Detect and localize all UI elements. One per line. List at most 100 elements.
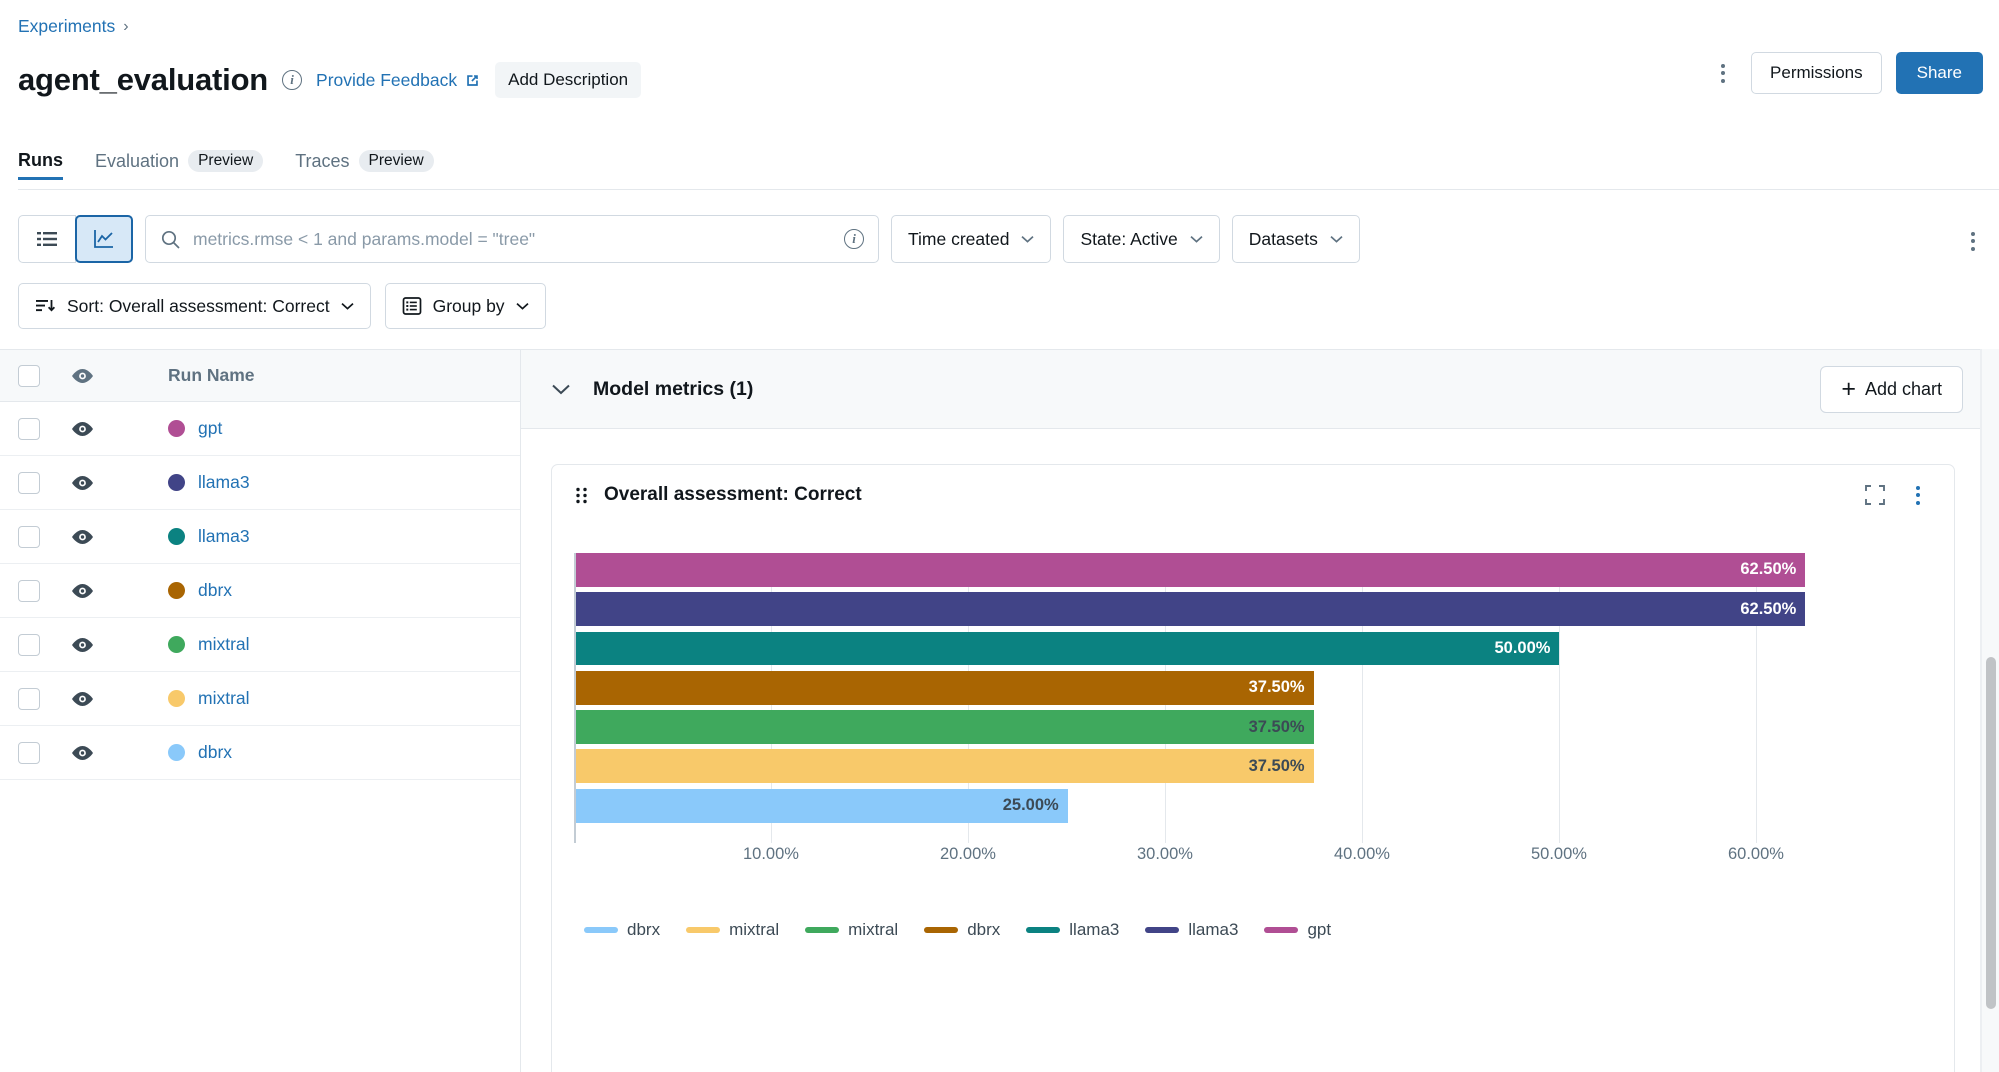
legend-item[interactable]: mixtral bbox=[686, 920, 779, 940]
search-info-icon[interactable]: i bbox=[844, 229, 864, 249]
eye-icon[interactable] bbox=[70, 528, 95, 546]
tab-runs[interactable]: Runs bbox=[18, 150, 63, 180]
search-icon bbox=[160, 229, 181, 250]
table-row[interactable]: mixtral bbox=[0, 618, 520, 672]
toolbar-secondary: Sort: Overall assessment: Correct Group … bbox=[18, 283, 546, 329]
permissions-button[interactable]: Permissions bbox=[1751, 52, 1882, 94]
table-row[interactable]: mixtral bbox=[0, 672, 520, 726]
legend-item[interactable]: llama3 bbox=[1145, 920, 1238, 940]
filter-state[interactable]: State: Active bbox=[1063, 215, 1219, 263]
eye-icon[interactable] bbox=[70, 367, 95, 385]
toolbar-overflow-menu-icon[interactable] bbox=[1959, 226, 1987, 256]
row-checkbox[interactable] bbox=[18, 472, 40, 494]
bar[interactable]: 62.50% bbox=[576, 553, 1805, 587]
model-metrics-section-header: Model metrics (1) + Add chart bbox=[521, 349, 1999, 429]
vertical-scrollbar[interactable] bbox=[1981, 349, 1999, 1072]
run-name-cell: mixtral bbox=[168, 688, 520, 709]
legend-item[interactable]: gpt bbox=[1264, 920, 1331, 940]
eye-icon[interactable] bbox=[70, 582, 95, 600]
bar[interactable]: 25.00% bbox=[576, 789, 1068, 823]
bar[interactable]: 62.50% bbox=[576, 592, 1805, 626]
header-overflow-menu-icon[interactable] bbox=[1709, 58, 1737, 88]
chart-view-button[interactable] bbox=[75, 215, 133, 263]
vertical-scrollbar-thumb[interactable] bbox=[1986, 657, 1996, 1009]
row-checkbox[interactable] bbox=[18, 580, 40, 602]
row-select-cell bbox=[18, 688, 70, 710]
bar-row: 37.50% bbox=[576, 749, 1884, 783]
bar-value-label: 50.00% bbox=[1494, 639, 1559, 658]
eye-icon[interactable] bbox=[70, 690, 95, 708]
legend-color-swatch bbox=[584, 927, 618, 933]
run-name-link[interactable]: llama3 bbox=[198, 526, 250, 547]
row-checkbox[interactable] bbox=[18, 418, 40, 440]
run-name-link[interactable]: mixtral bbox=[198, 688, 250, 709]
bar[interactable]: 37.50% bbox=[576, 749, 1314, 783]
bar[interactable]: 50.00% bbox=[576, 632, 1559, 666]
sort-button[interactable]: Sort: Overall assessment: Correct bbox=[18, 283, 371, 329]
table-row[interactable]: gpt bbox=[0, 402, 520, 456]
filter-time-created-label: Time created bbox=[908, 229, 1009, 250]
legend-label: llama3 bbox=[1069, 920, 1119, 940]
eye-icon[interactable] bbox=[70, 636, 95, 654]
tab-traces[interactable]: Traces Preview bbox=[295, 150, 433, 181]
row-checkbox[interactable] bbox=[18, 526, 40, 548]
sort-label: Sort: Overall assessment: Correct bbox=[67, 296, 330, 317]
filter-datasets[interactable]: Datasets bbox=[1232, 215, 1360, 263]
run-color-swatch bbox=[168, 474, 185, 491]
legend-item[interactable]: llama3 bbox=[1026, 920, 1119, 940]
tab-evaluation[interactable]: Evaluation Preview bbox=[95, 150, 263, 181]
row-visibility-cell bbox=[70, 690, 168, 708]
legend-item[interactable]: mixtral bbox=[805, 920, 898, 940]
fullscreen-glyph bbox=[1864, 484, 1886, 506]
tab-traces-label: Traces bbox=[295, 151, 349, 172]
tab-runs-label: Runs bbox=[18, 150, 63, 171]
row-checkbox[interactable] bbox=[18, 634, 40, 656]
select-all-checkbox[interactable] bbox=[18, 365, 40, 387]
row-select-cell bbox=[18, 580, 70, 602]
plot-area: 62.50% 62.50% 50.00% 37.50% 37.50% 37.50% 25.0… bbox=[574, 553, 1884, 843]
search-input[interactable] bbox=[193, 229, 832, 250]
chevron-down-icon bbox=[1190, 235, 1203, 243]
table-row[interactable]: llama3 bbox=[0, 510, 520, 564]
legend-label: dbrx bbox=[967, 920, 1000, 940]
drag-handle-icon[interactable] bbox=[574, 486, 590, 505]
bar[interactable]: 37.50% bbox=[576, 671, 1314, 705]
list-view-button[interactable] bbox=[18, 215, 76, 263]
breadcrumb-experiments-link[interactable]: Experiments bbox=[18, 16, 115, 37]
filter-time-created[interactable]: Time created bbox=[891, 215, 1051, 263]
fullscreen-icon[interactable] bbox=[1860, 480, 1890, 510]
add-description-button[interactable]: Add Description bbox=[495, 62, 641, 98]
run-name-link[interactable]: llama3 bbox=[198, 472, 250, 493]
add-chart-button[interactable]: + Add chart bbox=[1820, 366, 1963, 413]
bar[interactable]: 37.50% bbox=[576, 710, 1314, 744]
share-button[interactable]: Share bbox=[1896, 52, 1983, 94]
run-name-link[interactable]: gpt bbox=[198, 418, 222, 439]
row-checkbox[interactable] bbox=[18, 688, 40, 710]
bar-row: 37.50% bbox=[576, 710, 1884, 744]
section-title: Model metrics (1) bbox=[593, 378, 1798, 401]
chart-overflow-menu-icon[interactable] bbox=[1904, 480, 1932, 510]
row-select-cell bbox=[18, 418, 70, 440]
bar-value-label: 62.50% bbox=[1740, 560, 1805, 579]
eye-icon[interactable] bbox=[70, 744, 95, 762]
eye-icon[interactable] bbox=[70, 474, 95, 492]
run-name-link[interactable]: mixtral bbox=[198, 634, 250, 655]
table-row[interactable]: dbrx bbox=[0, 564, 520, 618]
legend-item[interactable]: dbrx bbox=[584, 920, 660, 940]
group-by-button[interactable]: Group by bbox=[385, 283, 546, 329]
eye-icon[interactable] bbox=[70, 420, 95, 438]
run-name-link[interactable]: dbrx bbox=[198, 580, 232, 601]
chevron-down-icon[interactable] bbox=[551, 383, 571, 395]
search-box[interactable]: i bbox=[145, 215, 879, 263]
table-row[interactable]: dbrx bbox=[0, 726, 520, 780]
legend-color-swatch bbox=[1026, 927, 1060, 933]
legend-item[interactable]: dbrx bbox=[924, 920, 1000, 940]
bar-value-label: 25.00% bbox=[1003, 796, 1068, 815]
run-name-link[interactable]: dbrx bbox=[198, 742, 232, 763]
table-row[interactable]: llama3 bbox=[0, 456, 520, 510]
tab-evaluation-label: Evaluation bbox=[95, 151, 179, 172]
bar-row: 62.50% bbox=[576, 592, 1884, 626]
chart-legend: dbrx mixtral mixtral dbrx llama3 llama3 gpt bbox=[574, 920, 1932, 940]
row-checkbox[interactable] bbox=[18, 742, 40, 764]
provide-feedback-link[interactable]: Provide Feedback bbox=[316, 70, 481, 91]
